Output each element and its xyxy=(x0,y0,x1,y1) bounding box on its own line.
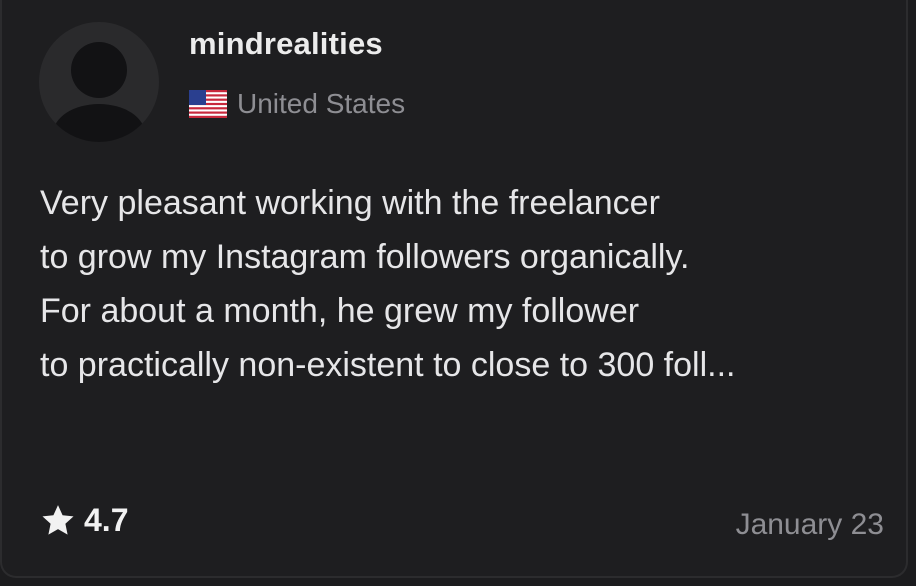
review-text: Very pleasant working with the freelance… xyxy=(40,176,900,392)
reviewer-username[interactable]: mindrealities xyxy=(189,26,383,62)
review-date: January 23 xyxy=(735,508,884,541)
country-name: United States xyxy=(237,88,406,119)
review-text-line: Very pleasant working with the freelance… xyxy=(40,184,660,222)
rating: 4.7 xyxy=(40,502,128,539)
reviewer-country: United States xyxy=(189,88,405,120)
review-text-line: to grow my Instagram followers organical… xyxy=(40,238,690,276)
star-icon xyxy=(42,504,74,535)
rating-value: 4.7 xyxy=(84,502,129,538)
review-text-line: to practically non-existent to close to … xyxy=(40,346,736,384)
default-user-icon xyxy=(53,42,145,142)
review-card: mindrealities United States Very pleasan… xyxy=(0,0,908,578)
avatar[interactable] xyxy=(39,22,159,142)
us-flag-icon xyxy=(189,90,227,118)
review-text-line: For about a month, he grew my follower xyxy=(40,292,640,330)
